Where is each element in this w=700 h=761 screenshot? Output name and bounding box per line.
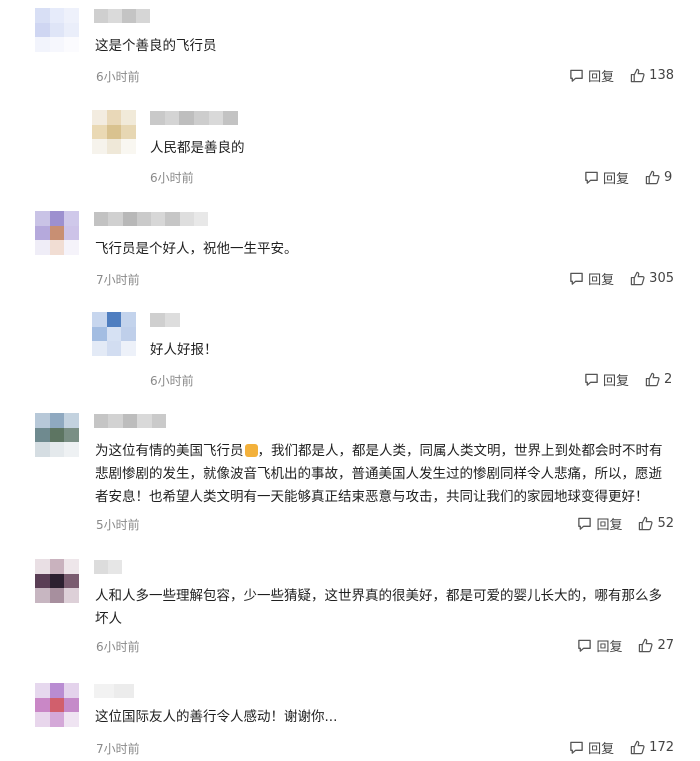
- like-count: 138: [649, 68, 674, 83]
- like-button[interactable]: 138: [630, 68, 674, 83]
- username[interactable]: [94, 684, 134, 698]
- avatar[interactable]: [92, 312, 136, 356]
- timestamp: 6小时前: [96, 70, 140, 84]
- reply-label: 回复: [596, 640, 623, 655]
- comment-text: 好人好报！: [150, 342, 218, 358]
- thumbs-up-icon: [639, 516, 654, 531]
- thumbs-up-icon: [630, 68, 645, 83]
- username[interactable]: [94, 212, 208, 226]
- like-button[interactable]: 2: [645, 372, 674, 387]
- comment-text-line: 者安息！也希望人类文明有一天能够真正结束恶意与攻击，共同让我们的家园地球变得更好…: [95, 489, 649, 505]
- comment-bubble-icon: [585, 373, 598, 386]
- like-button[interactable]: 172: [630, 740, 674, 755]
- username[interactable]: [94, 560, 122, 574]
- reply-label: 回复: [588, 742, 615, 757]
- timestamp: 6小时前: [150, 171, 194, 185]
- comment-bubble-icon: [585, 171, 598, 184]
- avatar[interactable]: [35, 559, 79, 603]
- comment-bubble-icon: [578, 517, 592, 530]
- like-button[interactable]: 305: [630, 271, 674, 286]
- like-button[interactable]: 52: [638, 516, 674, 531]
- comment-text-line: 人和人多一些理解包容，少一些猜疑，这世界真的很美好，都是可爱的婴儿长大的，哪有那…: [95, 588, 662, 604]
- comment-text-line: ，我们都是人，都是人类，同属人类文明，世界上到处都会时不时有: [257, 443, 663, 459]
- thumbs-up-icon: [645, 170, 660, 185]
- avatar[interactable]: [35, 211, 79, 255]
- like-count: 27: [657, 638, 674, 653]
- like-count: 52: [657, 516, 674, 531]
- timestamp: 6小时前: [150, 374, 194, 388]
- username[interactable]: [94, 414, 167, 428]
- like-count: 172: [649, 740, 674, 755]
- thumbs-up-icon: [645, 372, 660, 387]
- reply-label: 回复: [588, 70, 615, 85]
- timestamp: 7小时前: [96, 742, 140, 756]
- reply-button[interactable]: 回复: [569, 738, 614, 757]
- reply-button[interactable]: 回复: [584, 168, 629, 187]
- like-count: 2: [664, 372, 673, 387]
- comment-text: 人民都是善良的: [150, 140, 245, 156]
- reply-button[interactable]: 回复: [584, 370, 629, 389]
- comment-text: 飞行员是个好人，祝他一生平安。: [95, 241, 298, 257]
- avatar[interactable]: [35, 683, 79, 727]
- comment-text-line: 为这位有情的美国飞行员: [95, 443, 244, 459]
- comment-bubble-icon: [570, 741, 583, 754]
- like-count: 305: [649, 271, 674, 286]
- comment-bubble-icon: [570, 69, 583, 82]
- avatar[interactable]: [35, 8, 79, 52]
- username[interactable]: [94, 9, 150, 23]
- reply-label: 回复: [596, 518, 623, 533]
- comment-text: 为这位有情的美国飞行员 ，我们都是人，都是人类，同属人类文明，世界上到处都会时不时…: [95, 440, 675, 509]
- comment-text-line: 坏人: [95, 611, 122, 627]
- thumbs-up-icon: [630, 271, 645, 286]
- avatar[interactable]: [92, 110, 136, 154]
- comment-text: 这位国际友人的善行令人感动！谢谢你...: [95, 709, 338, 725]
- comment-bubble-icon: [570, 272, 583, 285]
- timestamp: 6小时前: [96, 640, 140, 654]
- thumbs-up-icon: [639, 638, 654, 653]
- comment-bubble-icon: [578, 639, 592, 652]
- reply-button[interactable]: 回复: [569, 269, 614, 288]
- avatar[interactable]: [35, 413, 79, 457]
- like-count: 9: [664, 170, 673, 185]
- reply-button[interactable]: 回复: [569, 66, 614, 85]
- like-button[interactable]: 9: [645, 170, 674, 185]
- like-button[interactable]: 27: [638, 638, 674, 653]
- reply-button[interactable]: 回复: [577, 636, 622, 655]
- timestamp: 7小时前: [96, 273, 140, 287]
- timestamp: 5小时前: [96, 518, 140, 532]
- comment-text: 人和人多一些理解包容，少一些猜疑，这世界真的很美好，都是可爱的婴儿长大的，哪有那…: [95, 585, 675, 631]
- comment-text-line: 悲剧惨剧的发生，就像波音飞机出的事故，普通美国人发生过的惨剧同样令人悲痛，所以，…: [95, 466, 662, 482]
- reply-label: 回复: [588, 273, 615, 288]
- reply-button[interactable]: 回复: [577, 514, 622, 533]
- comment-text: 这是个善良的飞行员: [95, 38, 217, 54]
- thumbs-up-emoji: [244, 444, 258, 457]
- thumbs-up-icon: [630, 740, 645, 755]
- reply-label: 回复: [602, 374, 629, 389]
- username[interactable]: [150, 111, 239, 125]
- reply-label: 回复: [602, 172, 629, 187]
- username[interactable]: [150, 313, 180, 327]
